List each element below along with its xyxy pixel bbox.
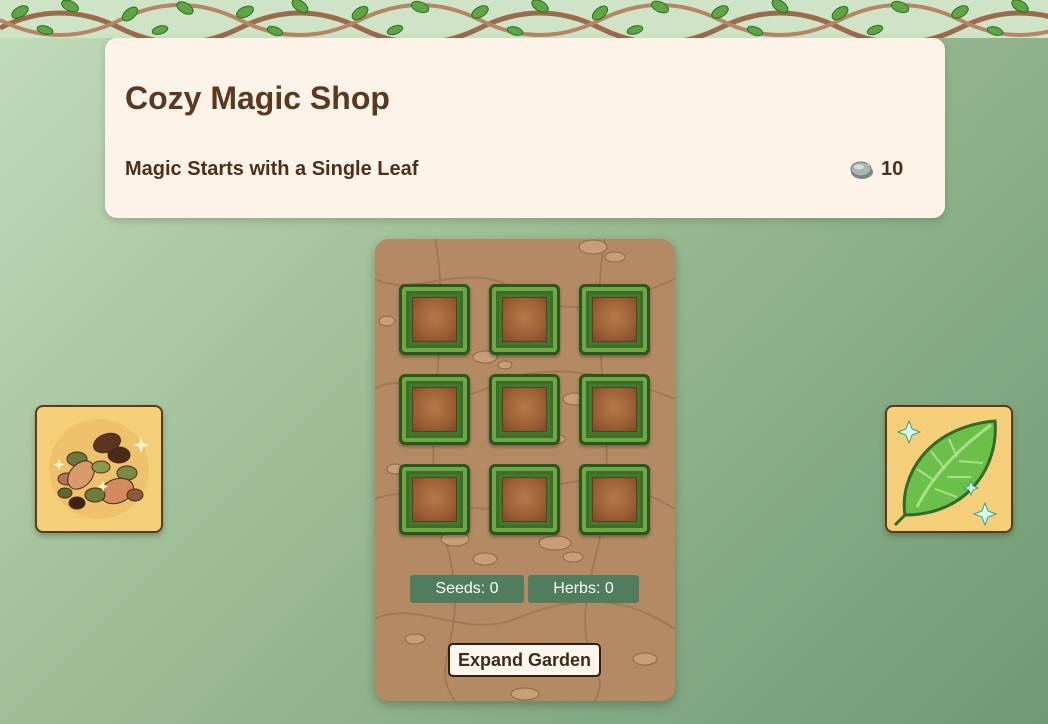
soil-tile — [412, 477, 457, 522]
garden-plot[interactable] — [579, 374, 650, 445]
garden-plot[interactable] — [399, 374, 470, 445]
seeds-pile-icon — [49, 419, 149, 519]
seeds-button[interactable] — [35, 405, 163, 533]
soil-tile — [502, 387, 547, 432]
garden-plot[interactable] — [399, 464, 470, 535]
herbs-counter: Herbs: 0 — [528, 575, 639, 603]
garden-plot[interactable] — [489, 464, 560, 535]
garden-panel: Seeds: 0 Herbs: 0 Expand Garden — [375, 239, 675, 701]
garden-plot[interactable] — [579, 284, 650, 355]
soil-tile — [592, 387, 637, 432]
soil-tile — [502, 297, 547, 342]
soil-tile — [592, 297, 637, 342]
page-title: Cozy Magic Shop — [125, 80, 390, 116]
seeds-counter: Seeds: 0 — [410, 575, 524, 603]
expand-garden-button[interactable]: Expand Garden — [448, 643, 601, 677]
magic-leaf-icon — [893, 419, 998, 527]
magic-leaf-button[interactable] — [885, 405, 1013, 533]
soil-tile — [412, 387, 457, 432]
soil-tile — [412, 297, 457, 342]
garden-plot[interactable] — [399, 284, 470, 355]
stone-coin-icon — [850, 161, 873, 179]
vine-border-decoration — [0, 0, 1048, 38]
garden-plot[interactable] — [489, 284, 560, 355]
inventory-counters: Seeds: 0 Herbs: 0 — [410, 575, 639, 603]
soil-tile — [502, 477, 547, 522]
garden-plot[interactable] — [489, 374, 560, 445]
garden-plot-grid — [399, 284, 650, 535]
soil-tile — [592, 477, 637, 522]
currency-value: 10 — [881, 157, 904, 180]
page-subtitle: Magic Starts with a Single Leaf — [125, 158, 419, 180]
header-card: Cozy Magic Shop Magic Starts with a Sing… — [105, 38, 945, 218]
currency-display: 10 — [849, 156, 903, 182]
garden-plot[interactable] — [579, 464, 650, 535]
